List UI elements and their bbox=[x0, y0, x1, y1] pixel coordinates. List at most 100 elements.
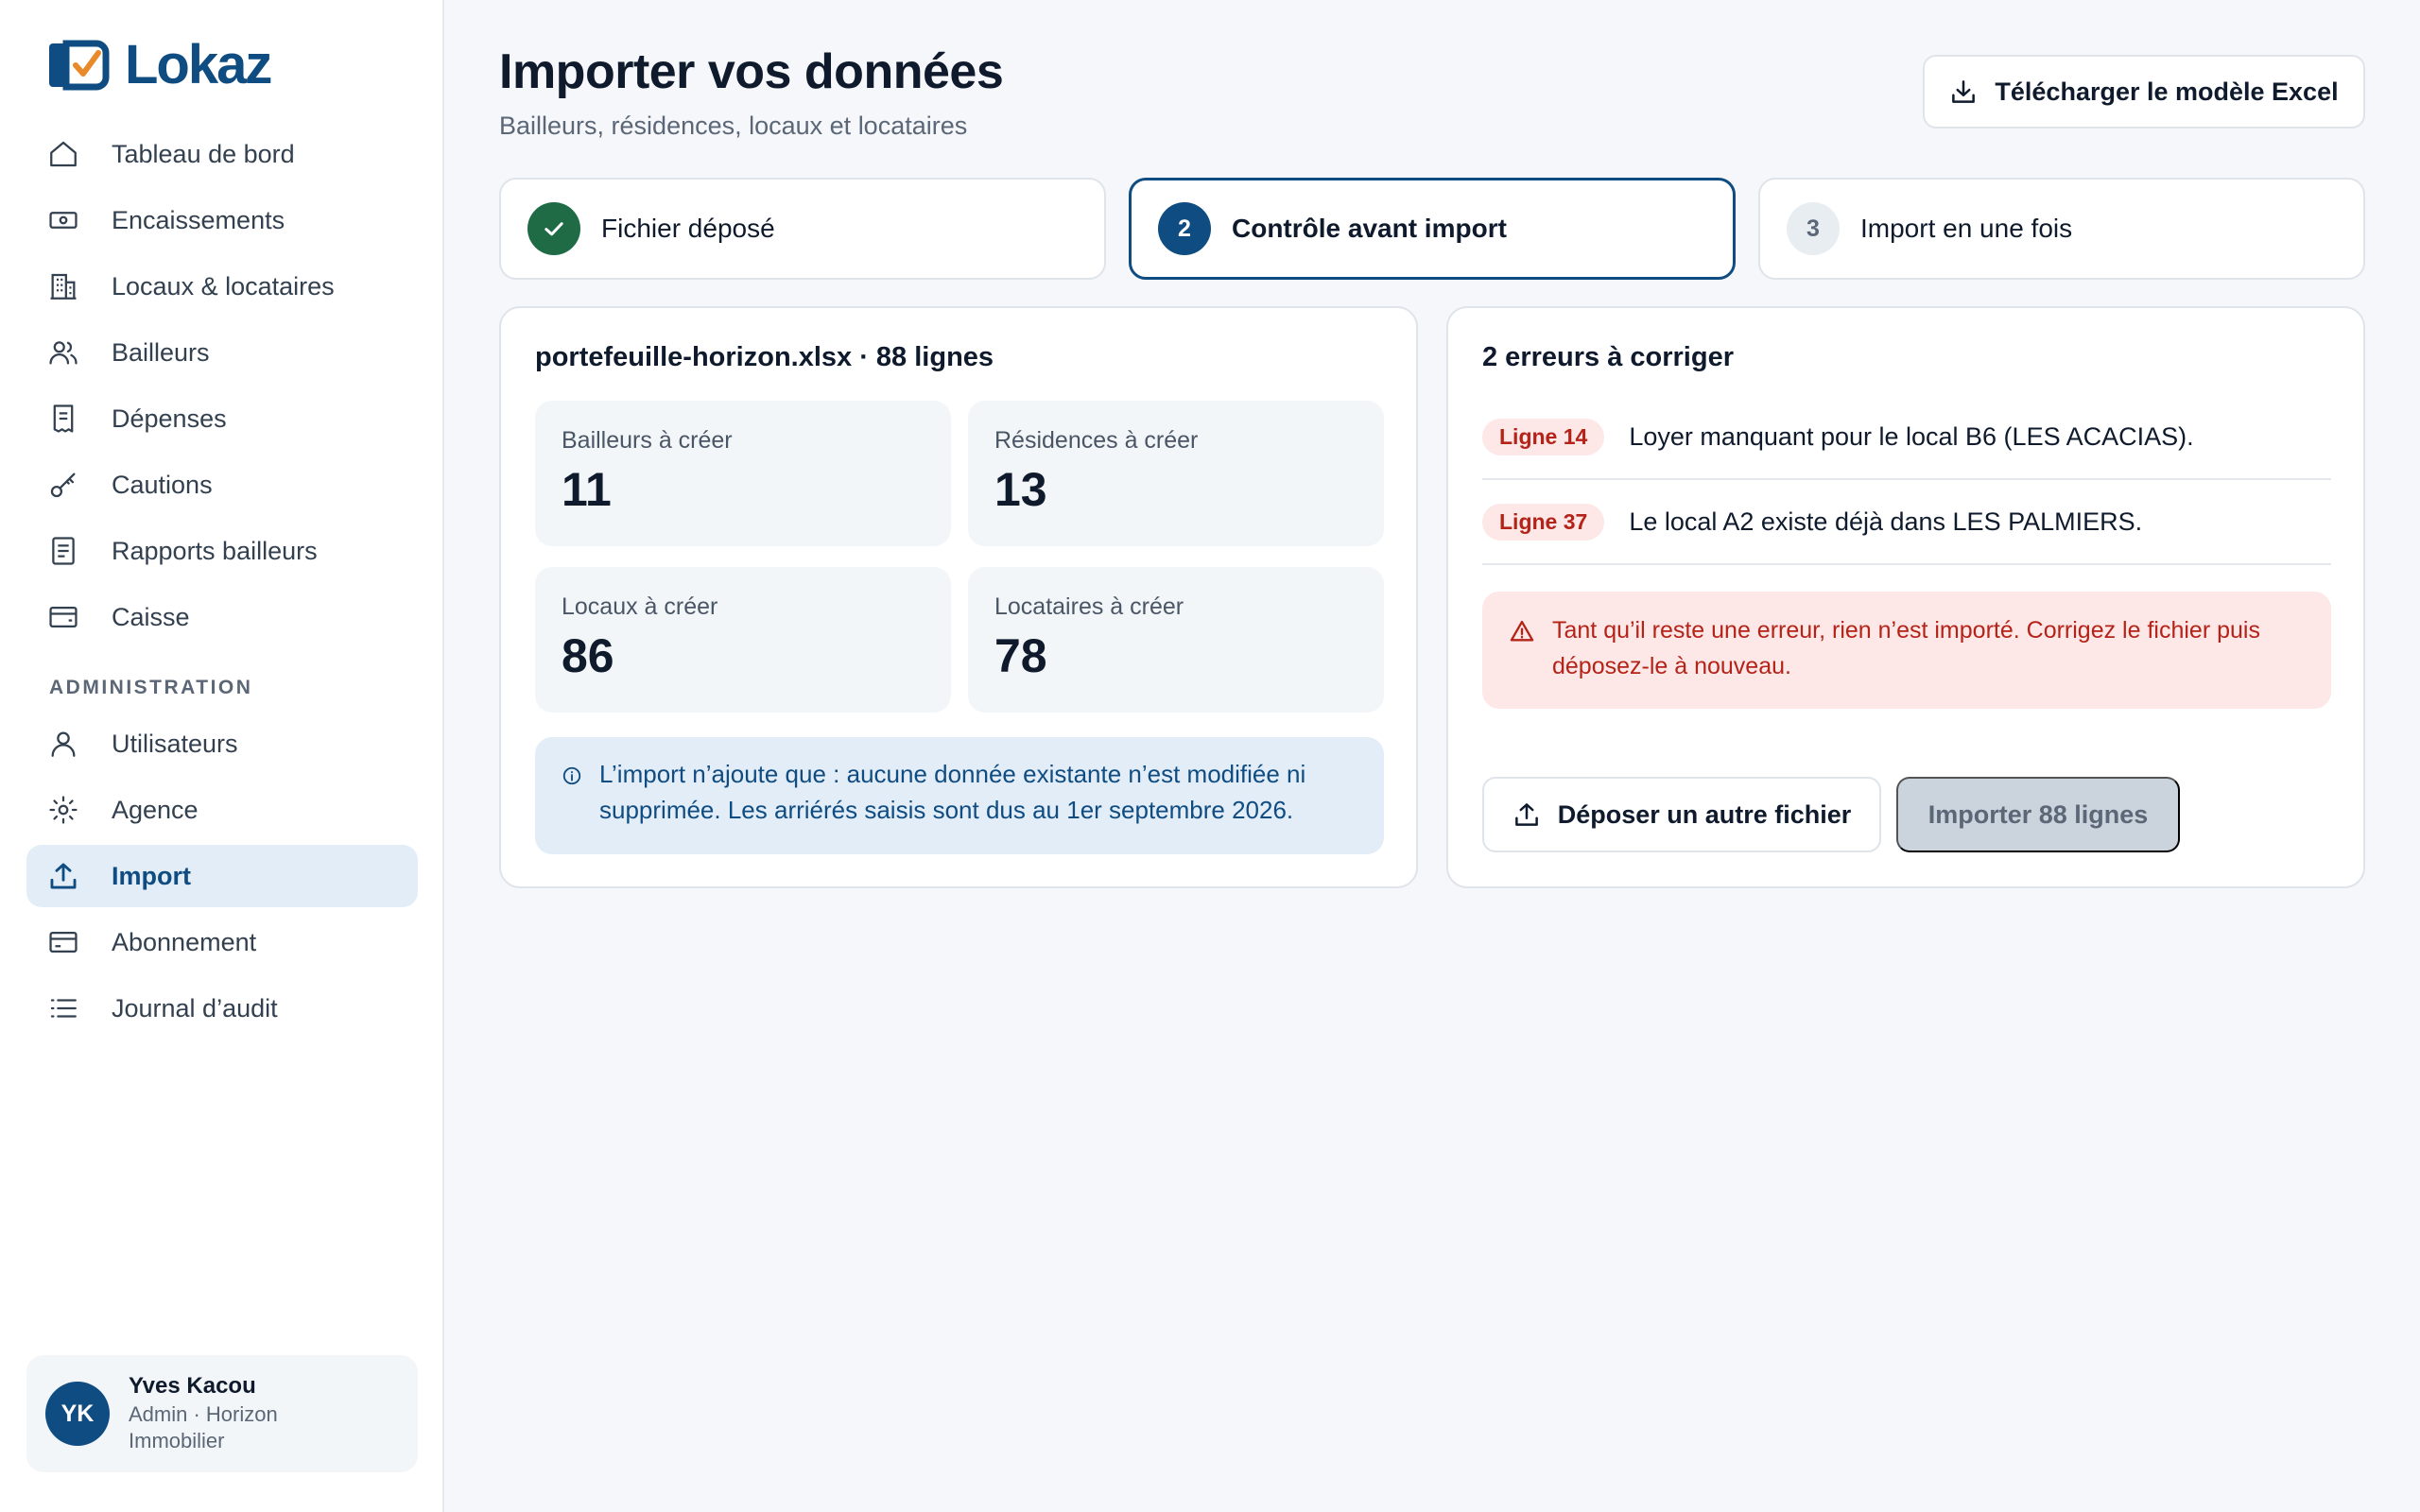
sidebar-item-label: Agence bbox=[112, 795, 199, 824]
sidebar-item-import[interactable]: Import bbox=[26, 845, 418, 907]
errors-title: 2 erreurs à corriger bbox=[1482, 342, 1734, 372]
sidebar-item-label: Utilisateurs bbox=[112, 729, 238, 758]
download-icon bbox=[1952, 80, 1976, 103]
app-root: Lokaz Tableau de bord Encaissements Loca… bbox=[0, 0, 2420, 1512]
list-icon bbox=[47, 992, 79, 1024]
error-line-badge: Ligne 37 bbox=[1482, 503, 1605, 541]
sidebar-item-label: Caisse bbox=[112, 602, 190, 631]
sidebar-item-label: Bailleurs bbox=[112, 337, 210, 367]
error-row: Ligne 37 Le local A2 existe déjà dans LE… bbox=[1482, 480, 2331, 565]
credit-card-icon bbox=[47, 926, 79, 958]
error-text: Le local A2 existe déjà dans LES PALMIER… bbox=[1629, 507, 2143, 536]
sidebar-item-label: Cautions bbox=[112, 470, 213, 499]
step-import-en-une-fois: 3 Import en une fois bbox=[1758, 178, 2365, 280]
check-icon bbox=[544, 222, 563, 236]
user-role: Admin · Horizon Immobilier bbox=[129, 1402, 278, 1452]
download-template-label: Télécharger le modèle Excel bbox=[1995, 77, 2339, 106]
info-icon bbox=[562, 766, 581, 785]
sidebar-item-cautions[interactable]: Cautions bbox=[26, 454, 418, 516]
report-icon bbox=[47, 535, 79, 567]
warning-icon bbox=[1510, 620, 1534, 642]
file-summary-title: portefeuille-horizon.xlsx · 88 lignes bbox=[535, 342, 994, 372]
stat-residences: Résidences à créer 13 bbox=[968, 401, 1384, 546]
nav-section-title: ADMINISTRATION bbox=[49, 677, 253, 698]
sidebar-item-label: Dépenses bbox=[112, 404, 227, 433]
step-controle-avant-import: 2 Contrôle avant import bbox=[1129, 178, 1736, 280]
error-row: Ligne 14 Loyer manquant pour le local B6… bbox=[1482, 395, 2331, 480]
sidebar-item-bailleurs[interactable]: Bailleurs bbox=[26, 321, 418, 384]
import-lines-button[interactable]: Importer 88 lignes bbox=[1896, 777, 2180, 852]
import-info-box: L’import n’ajoute que : aucune donnée ex… bbox=[535, 737, 1384, 854]
sidebar-item-journal-audit[interactable]: Journal d’audit bbox=[26, 977, 418, 1040]
errors-card: 2 erreurs à corriger Ligne 14 Loyer manq… bbox=[1446, 306, 2365, 888]
logo-text: Lokaz bbox=[125, 34, 272, 95]
stat-label: Résidences à créer bbox=[994, 427, 1199, 454]
sidebar-item-label: Encaissements bbox=[112, 205, 285, 234]
import-info-text: L’import n’ajoute que : aucune donnée ex… bbox=[599, 760, 1306, 824]
logo-icon bbox=[49, 40, 110, 91]
sidebar: Lokaz Tableau de bord Encaissements Loca… bbox=[0, 0, 444, 1512]
step-label: Import en une fois bbox=[1860, 214, 2073, 243]
sidebar-item-label: Import bbox=[112, 861, 191, 890]
upload-another-file-button[interactable]: Déposer un autre fichier bbox=[1482, 777, 1881, 852]
error-alert-text: Tant qu’il reste une erreur, rien n’est … bbox=[1552, 617, 2260, 679]
sidebar-item-label: Tableau de bord bbox=[112, 139, 295, 168]
sidebar-item-label: Locaux & locataires bbox=[112, 271, 335, 301]
sidebar-nav: Tableau de bord Encaissements Locaux & l… bbox=[26, 123, 418, 1043]
step-label: Contrôle avant import bbox=[1232, 214, 1507, 243]
stat-bailleurs: Bailleurs à créer 11 bbox=[535, 401, 951, 546]
step-number-badge: 3 bbox=[1787, 202, 1840, 255]
sidebar-item-label: Journal d’audit bbox=[112, 993, 278, 1022]
users-icon bbox=[47, 336, 79, 369]
file-summary-card: portefeuille-horizon.xlsx · 88 lignes Ba… bbox=[499, 306, 1418, 888]
page-subtitle: Bailleurs, résidences, locaux et locatai… bbox=[499, 112, 968, 140]
wallet-icon bbox=[47, 601, 79, 633]
main-content: Importer vos données Bailleurs, résidenc… bbox=[444, 0, 2420, 1512]
stat-value: 78 bbox=[994, 629, 1047, 682]
step-fichier-depose: Fichier déposé bbox=[499, 178, 1106, 280]
stat-label: Bailleurs à créer bbox=[562, 427, 733, 454]
gear-icon bbox=[47, 794, 79, 826]
download-template-button[interactable]: Télécharger le modèle Excel bbox=[1923, 55, 2365, 129]
stat-locaux: Locaux à créer 86 bbox=[535, 567, 951, 713]
sidebar-item-tableau-de-bord[interactable]: Tableau de bord bbox=[26, 123, 418, 185]
avatar: YK bbox=[45, 1382, 110, 1446]
stat-locataires: Locataires à créer 78 bbox=[968, 567, 1384, 713]
error-line-badge: Ligne 14 bbox=[1482, 418, 1605, 455]
stat-label: Locaux à créer bbox=[562, 593, 718, 620]
upload-another-file-label: Déposer un autre fichier bbox=[1557, 799, 1852, 829]
user-card[interactable]: YK Yves Kacou Admin · Horizon Immobilier bbox=[26, 1355, 418, 1472]
sidebar-item-caisse[interactable]: Caisse bbox=[26, 586, 418, 648]
stat-value: 13 bbox=[994, 463, 1047, 516]
sidebar-item-label: Abonnement bbox=[112, 927, 257, 956]
step-done-badge bbox=[527, 202, 580, 255]
stat-value: 11 bbox=[562, 463, 612, 516]
error-text: Loyer manquant pour le local B6 (LES ACA… bbox=[1629, 421, 2194, 451]
sidebar-item-abonnement[interactable]: Abonnement bbox=[26, 911, 418, 973]
upload-icon bbox=[1514, 803, 1538, 826]
upload-icon bbox=[47, 860, 79, 892]
sidebar-item-agence[interactable]: Agence bbox=[26, 779, 418, 841]
stat-value: 86 bbox=[562, 629, 614, 682]
sidebar-item-utilisateurs[interactable]: Utilisateurs bbox=[26, 713, 418, 775]
sidebar-item-locaux-locataires[interactable]: Locaux & locataires bbox=[26, 255, 418, 318]
user-icon bbox=[47, 728, 79, 760]
error-alert-box: Tant qu’il reste une erreur, rien n’est … bbox=[1482, 592, 2331, 709]
user-info: Yves Kacou Admin · Horizon Immobilier bbox=[129, 1373, 318, 1454]
building-icon bbox=[47, 270, 79, 302]
logo[interactable]: Lokaz bbox=[47, 34, 272, 95]
cash-icon bbox=[47, 204, 79, 236]
sidebar-item-label: Rapports bailleurs bbox=[112, 536, 318, 565]
user-name: Yves Kacou bbox=[129, 1373, 256, 1399]
sidebar-item-encaissements[interactable]: Encaissements bbox=[26, 189, 418, 251]
import-lines-label: Importer 88 lignes bbox=[1927, 799, 2149, 829]
sidebar-item-depenses[interactable]: Dépenses bbox=[26, 387, 418, 450]
home-icon bbox=[47, 138, 79, 170]
key-icon bbox=[47, 469, 79, 501]
receipt-icon bbox=[47, 403, 79, 435]
stat-label: Locataires à créer bbox=[994, 593, 1184, 620]
step-number-badge: 2 bbox=[1158, 202, 1211, 255]
step-label: Fichier déposé bbox=[601, 214, 775, 243]
sidebar-item-rapports-bailleurs[interactable]: Rapports bailleurs bbox=[26, 520, 418, 582]
page-title: Importer vos données bbox=[499, 44, 1004, 99]
